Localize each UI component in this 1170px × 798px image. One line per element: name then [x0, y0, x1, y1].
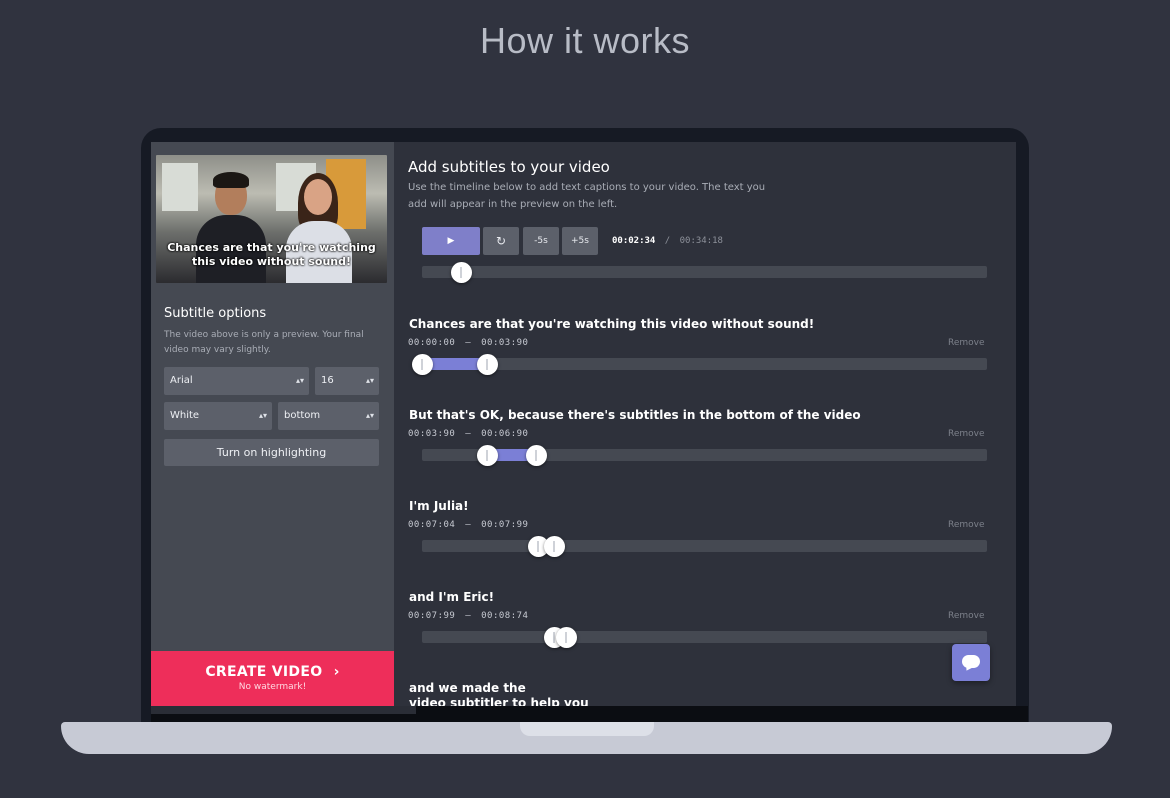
turn-on-highlighting-button[interactable]: Turn on highlighting — [164, 439, 379, 466]
rewind-5s-button[interactable]: -5s — [523, 227, 559, 255]
range-dash: – — [465, 338, 472, 348]
page-heading: How it works — [479, 20, 691, 61]
scrollbar-thumb[interactable] — [151, 706, 416, 714]
remove-link[interactable]: Remove — [948, 611, 985, 621]
range-dash: – — [465, 520, 472, 530]
replay-button[interactable]: ↻ — [483, 227, 519, 255]
position-select[interactable]: bottom ▴▾ — [278, 402, 379, 430]
right-panel: Add subtitles to your video Use the time… — [394, 142, 1016, 712]
remove-link[interactable]: Remove — [948, 520, 985, 530]
chat-button[interactable] — [952, 644, 990, 681]
select-arrows-icon: ▴▾ — [258, 411, 267, 420]
create-video-label: CREATE VIDEO — [205, 664, 323, 680]
font-select-value: Arial — [170, 375, 193, 386]
select-arrows-icon: ▴▾ — [365, 376, 374, 385]
subtitle-track[interactable] — [422, 631, 987, 643]
subtitle-range: 00:07:04 – 00:07:99 — [408, 520, 528, 530]
replay-icon: ↻ — [495, 234, 507, 248]
size-select[interactable]: 16 ▴▾ — [315, 367, 379, 395]
subtitle-start: 00:00:00 — [408, 338, 456, 348]
editor-title: Add subtitles to your video — [408, 158, 610, 176]
left-panel: Chances are that you're watching this vi… — [151, 142, 394, 712]
subtitle-text[interactable]: Chances are that you're watching this vi… — [409, 317, 814, 331]
font-select[interactable]: Arial ▴▾ — [164, 367, 309, 395]
chevron-right-icon: › — [333, 664, 340, 680]
subtitle-end: 00:06:90 — [481, 429, 529, 439]
app-screen: Chances are that you're watching this vi… — [151, 142, 1016, 712]
subtitle-end: 00:07:99 — [481, 520, 529, 530]
select-arrows-icon: ▴▾ — [295, 376, 304, 385]
background-window — [162, 163, 198, 211]
subtitle-options-title: Subtitle options — [164, 306, 267, 321]
size-select-value: 16 — [321, 375, 334, 386]
play-icon: ▶ — [447, 236, 455, 246]
color-select[interactable]: White ▴▾ — [164, 402, 272, 430]
caption-line: this video without sound! — [191, 255, 352, 268]
subtitle-start: 00:03:90 — [408, 429, 456, 439]
create-video-button[interactable]: CREATE VIDEO › No watermark! — [151, 651, 394, 707]
range-end-handle[interactable] — [556, 627, 577, 648]
range-start-handle[interactable] — [412, 354, 433, 375]
play-button[interactable]: ▶ — [422, 227, 480, 255]
subtitle-text[interactable]: I'm Julia! — [409, 499, 469, 513]
subtitle-text[interactable]: and I'm Eric! — [409, 590, 494, 604]
range-end-handle[interactable] — [477, 354, 498, 375]
playhead-handle[interactable] — [450, 262, 472, 283]
time-separator: / — [664, 236, 671, 246]
subtitle-options-desc: The video above is only a preview. Your … — [164, 330, 364, 355]
range-dash: – — [465, 429, 472, 439]
subtitle-text[interactable]: But that's OK, because there's subtitles… — [409, 408, 861, 422]
caption-line: Chances are that you're watching — [167, 241, 376, 254]
horizontal-scrollbar[interactable] — [151, 706, 1028, 722]
subtitle-text-line: and we made the — [409, 681, 526, 695]
forward-5s-button[interactable]: +5s — [562, 227, 598, 255]
no-watermark-note: No watermark! — [238, 682, 307, 692]
subtitle-start: 00:07:99 — [408, 611, 456, 621]
range-end-handle[interactable] — [544, 536, 565, 557]
laptop-notch — [520, 722, 654, 736]
select-arrows-icon: ▴▾ — [365, 411, 374, 420]
range-start-handle[interactable] — [477, 445, 498, 466]
playback-track[interactable] — [422, 266, 987, 278]
current-time: 00:02:34 — [612, 236, 656, 246]
subtitle-start: 00:07:04 — [408, 520, 456, 530]
editor-desc: Use the timeline below to add text capti… — [408, 182, 766, 210]
remove-link[interactable]: Remove — [948, 338, 985, 348]
video-preview[interactable]: Chances are that you're watching this vi… — [156, 155, 387, 283]
subtitle-range: 00:00:00 – 00:03:90 — [408, 338, 528, 348]
remove-link[interactable]: Remove — [948, 429, 985, 439]
video-caption: Chances are that you're watching this vi… — [156, 241, 387, 269]
subtitle-track[interactable] — [422, 358, 987, 370]
subtitle-end: 00:03:90 — [481, 338, 529, 348]
range-dash: – — [465, 611, 472, 621]
subtitle-track[interactable] — [422, 540, 987, 552]
total-time: 00:34:18 — [679, 236, 723, 246]
time-readout: 00:02:34 / 00:34:18 — [612, 236, 723, 246]
subtitle-range: 00:03:90 – 00:06:90 — [408, 429, 528, 439]
subtitle-end: 00:08:74 — [481, 611, 529, 621]
range-end-handle[interactable] — [526, 445, 547, 466]
color-select-value: White — [170, 410, 200, 421]
position-select-value: bottom — [284, 410, 321, 421]
subtitle-range: 00:07:99 – 00:08:74 — [408, 611, 528, 621]
